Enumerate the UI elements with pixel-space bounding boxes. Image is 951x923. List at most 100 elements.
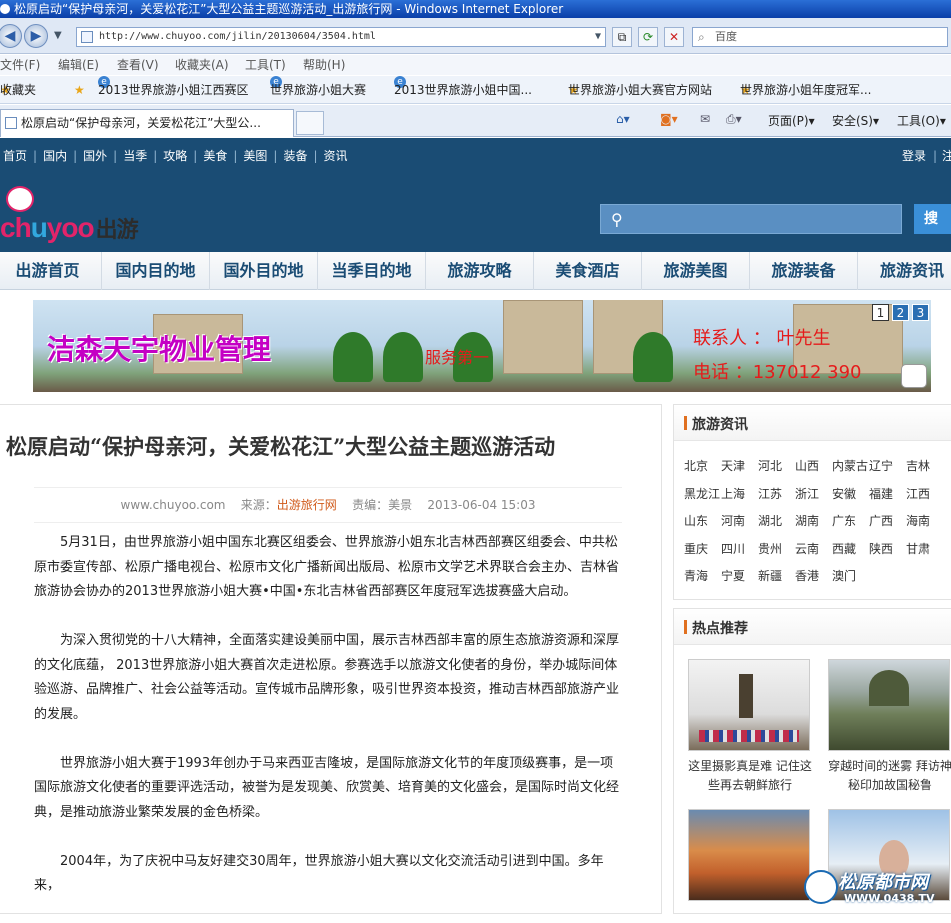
tab-active[interactable]: 松原启动“保护母亲河，关爱松花江”大型公... — [0, 109, 294, 137]
nav-season[interactable]: 当季目的地 — [318, 252, 426, 290]
toplink-guide[interactable]: 攻略 — [163, 149, 187, 163]
nav-news[interactable]: 旅游资讯 — [858, 252, 951, 290]
back-button[interactable]: ◀ — [0, 24, 22, 48]
region-link[interactable]: 天津 — [721, 453, 758, 481]
region-link[interactable]: 河南 — [721, 508, 758, 536]
sidebar-header: 热点推荐 — [674, 609, 951, 645]
hot-caption[interactable]: 这里摄影真是难 记住这 — [688, 757, 812, 776]
region-link[interactable]: 吉林 — [906, 453, 943, 481]
region-link[interactable]: 广东 — [832, 508, 869, 536]
toplink-domestic[interactable]: 国内 — [43, 149, 67, 163]
site-logo[interactable]: chuyoo出游 — [0, 182, 180, 243]
article-meta: www.chuyoo.com 来源：出游旅行网 责编：美景 2013-06-04… — [34, 487, 622, 523]
menu-help[interactable]: 帮助(H) — [303, 55, 345, 75]
hot-item[interactable]: 这里摄影真是难 记住这 些再去朝鲜旅行 — [688, 659, 812, 795]
print-icon[interactable]: ⎙▾ — [726, 112, 742, 127]
region-link[interactable]: 福建 — [869, 481, 906, 509]
menu-tools[interactable]: 工具(T) — [245, 55, 286, 75]
banner-page-2[interactable]: 2 — [892, 304, 909, 321]
region-link[interactable]: 香港 — [795, 563, 832, 591]
region-link[interactable]: 内蒙古 — [832, 453, 869, 481]
menu-edit[interactable]: 编辑(E) — [58, 55, 99, 75]
history-dropdown-icon[interactable]: ▼ — [54, 30, 62, 41]
safety-menu[interactable]: 安全(S)▾ — [832, 112, 879, 129]
region-link[interactable]: 浙江 — [795, 481, 832, 509]
region-link[interactable]: 江苏 — [758, 481, 795, 509]
region-link[interactable]: 四川 — [721, 536, 758, 564]
toplink-season[interactable]: 当季 — [123, 149, 147, 163]
nav-guide[interactable]: 旅游攻略 — [426, 252, 534, 290]
region-link[interactable]: 湖北 — [758, 508, 795, 536]
new-tab-button[interactable] — [296, 111, 324, 135]
hot-caption[interactable]: 穿越时间的迷雾 拜访神 — [828, 757, 951, 776]
page-menu[interactable]: 页面(P)▾ — [768, 112, 815, 129]
region-link[interactable]: 新疆 — [758, 563, 795, 591]
login-link[interactable]: 登录 — [902, 138, 926, 174]
favorites-bar: ★ 收藏夹 ★ e 2013世界旅游小姐江西赛区 e 世界旅游小姐大赛 e 2013世界… — [0, 76, 951, 104]
region-link[interactable]: 云南 — [795, 536, 832, 564]
region-link[interactable]: 辽宁 — [869, 453, 906, 481]
home-icon[interactable]: ⌂▾ — [616, 112, 630, 126]
register-link[interactable]: 注 — [942, 138, 951, 174]
region-link[interactable]: 河北 — [758, 453, 795, 481]
toplink-gear[interactable]: 装备 — [283, 149, 307, 163]
site-search-input[interactable]: ⚲ — [600, 204, 902, 234]
region-link[interactable]: 安徽 — [832, 481, 869, 509]
region-link[interactable]: 江西 — [906, 481, 943, 509]
region-link[interactable]: 青海 — [684, 563, 721, 591]
menu-view[interactable]: 查看(V) — [117, 55, 159, 75]
toplink-home[interactable]: 首页 — [3, 149, 27, 163]
article-source[interactable]: 出游旅行网 — [277, 498, 337, 512]
banner-ad[interactable]: 洁森天宇物业管理 服务第一 联系人 ： 叶先生 电话 ：137012 390 1… — [33, 300, 931, 392]
nav-gear[interactable]: 旅游装备 — [750, 252, 858, 290]
region-link[interactable]: 陕西 — [869, 536, 906, 564]
hot-caption[interactable]: 秘印加故国秘鲁 — [828, 776, 951, 795]
region-link[interactable]: 甘肃 — [906, 536, 943, 564]
menu-file[interactable]: 文件(F) — [0, 55, 40, 75]
hot-item[interactable]: 穿越时间的迷雾 拜访神 秘印加故国秘鲁 — [828, 659, 951, 795]
region-link[interactable]: 广西 — [869, 508, 906, 536]
tools-menu[interactable]: 工具(O)▾ — [897, 112, 946, 129]
nav-photos[interactable]: 旅游美图 — [642, 252, 750, 290]
toplink-photos[interactable]: 美图 — [243, 149, 267, 163]
forward-button[interactable]: ▶ — [24, 24, 48, 48]
toplink-news[interactable]: 资讯 — [324, 149, 348, 163]
region-link[interactable]: 西藏 — [832, 536, 869, 564]
site-search-button[interactable]: 搜 — [914, 204, 951, 234]
feeds-icon[interactable]: ◙▾ — [660, 112, 678, 126]
region-link[interactable]: 澳门 — [832, 563, 869, 591]
nav-domestic[interactable]: 国内目的地 — [102, 252, 210, 290]
nav-abroad[interactable]: 国外目的地 — [210, 252, 318, 290]
toplink-abroad[interactable]: 国外 — [83, 149, 107, 163]
ad-badge-icon — [901, 364, 927, 388]
region-link[interactable]: 山东 — [684, 508, 721, 536]
region-link[interactable]: 湖南 — [795, 508, 832, 536]
banner-page-3[interactable]: 3 — [912, 304, 929, 321]
hot-item[interactable] — [688, 809, 812, 907]
mail-icon[interactable]: ✉ — [700, 112, 710, 126]
hot-thumbnail[interactable] — [828, 659, 950, 751]
region-link[interactable]: 贵州 — [758, 536, 795, 564]
toplink-food[interactable]: 美食 — [203, 149, 227, 163]
address-input[interactable]: http://www.chuyoo.com/jilin/20130604/350… — [76, 27, 606, 47]
hot-thumbnail[interactable] — [688, 809, 810, 901]
hot-caption[interactable]: 些再去朝鲜旅行 — [688, 776, 812, 795]
search-input[interactable]: ⌕ 百度 — [692, 27, 948, 47]
stop-button[interactable]: ✕ — [664, 27, 684, 47]
nav-home[interactable]: 出游首页 — [0, 252, 102, 290]
region-link[interactable]: 山西 — [795, 453, 832, 481]
region-link[interactable]: 宁夏 — [721, 563, 758, 591]
address-dropdown-icon[interactable]: ▼ — [595, 28, 601, 46]
nav-food-hotel[interactable]: 美食酒店 — [534, 252, 642, 290]
region-link[interactable]: 上海 — [721, 481, 758, 509]
menu-favorites[interactable]: 收藏夹(A) — [175, 55, 229, 75]
compatibility-view-button[interactable]: ⧉ — [612, 27, 632, 47]
region-link[interactable]: 海南 — [906, 508, 943, 536]
page-icon — [5, 117, 17, 129]
hot-thumbnail[interactable] — [688, 659, 810, 751]
region-link[interactable]: 重庆 — [684, 536, 721, 564]
region-link[interactable]: 黑龙江 — [684, 481, 721, 509]
region-link[interactable]: 北京 — [684, 453, 721, 481]
banner-page-1[interactable]: 1 — [872, 304, 889, 321]
refresh-button[interactable]: ⟳ — [638, 27, 658, 47]
